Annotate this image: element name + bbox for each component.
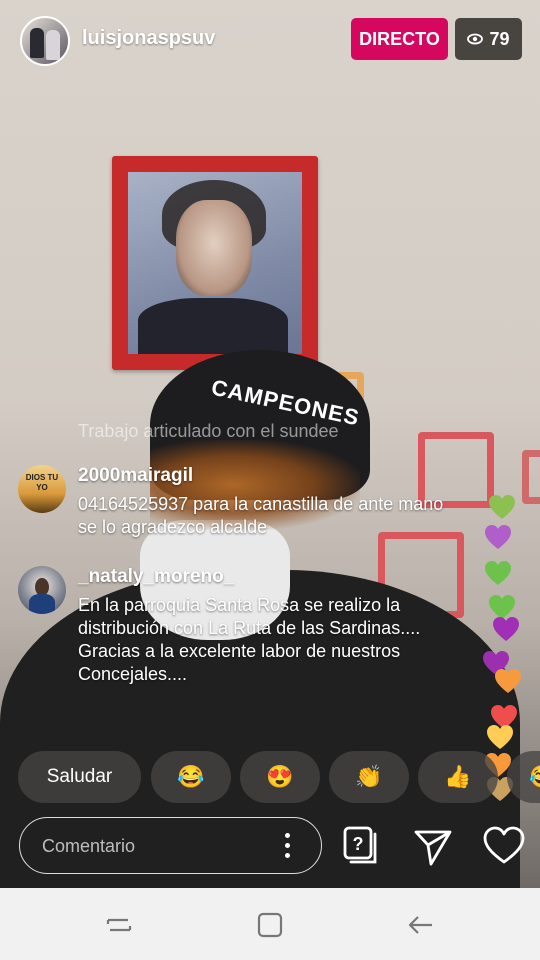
comment-input[interactable]: Comentario bbox=[19, 817, 322, 874]
commenter-username[interactable]: _nataly_moreno_ bbox=[78, 566, 234, 588]
comment-item: DIOS TU YO 2000mairagil 04164525937 para… bbox=[18, 465, 458, 545]
floating-heart-icon bbox=[492, 616, 520, 642]
laugh-emoji-icon: 😂 bbox=[177, 764, 205, 789]
question-button[interactable]: ? bbox=[340, 824, 384, 868]
laugh-emoji-icon: 😂 bbox=[529, 764, 540, 790]
host-username[interactable]: luisjonaspsuv bbox=[82, 27, 215, 50]
reaction-button-clap[interactable]: 👏 bbox=[329, 751, 409, 803]
greet-button[interactable]: Saludar bbox=[18, 751, 141, 803]
question-icon: ? bbox=[343, 826, 377, 864]
portrait-frame bbox=[112, 156, 318, 370]
floating-heart-icon bbox=[484, 524, 512, 550]
wall-decor-square bbox=[522, 450, 540, 504]
floating-heart-icon bbox=[484, 560, 512, 586]
live-badge: DIRECTO bbox=[351, 18, 448, 60]
viewer-count-badge[interactable]: 79 bbox=[455, 18, 522, 60]
paper-plane-icon bbox=[414, 830, 452, 866]
floating-heart-icon bbox=[486, 724, 514, 750]
commenter-username[interactable]: 2000mairagil bbox=[78, 465, 193, 487]
eye-icon bbox=[467, 33, 484, 45]
comment-text: En la parroquia Santa Rosa se realizo la… bbox=[78, 595, 421, 684]
commenter-avatar[interactable]: DIOS TU YO bbox=[18, 465, 66, 513]
reaction-button-laugh[interactable]: 😂 bbox=[151, 751, 231, 803]
greet-label: Saludar bbox=[46, 766, 113, 787]
comment-text: 04164525937 para la canastilla de ante m… bbox=[78, 494, 444, 537]
share-button[interactable] bbox=[411, 824, 455, 868]
reaction-button-thumbs-up[interactable]: 👍 bbox=[418, 751, 498, 803]
avatar-badge-text: DIOS TU YO bbox=[25, 473, 59, 492]
more-options-icon[interactable] bbox=[285, 833, 291, 859]
recent-apps-icon[interactable] bbox=[104, 910, 134, 940]
system-navigation-bar bbox=[0, 888, 540, 960]
floating-heart-icon bbox=[494, 668, 522, 694]
viewer-count: 79 bbox=[489, 28, 510, 49]
like-button[interactable] bbox=[482, 824, 526, 868]
back-icon[interactable] bbox=[406, 910, 436, 940]
home-icon[interactable] bbox=[255, 910, 285, 940]
clap-emoji-icon: 👏 bbox=[355, 764, 383, 789]
svg-text:?: ? bbox=[353, 834, 364, 854]
comment-faded: Trabajo articulado con el sundee bbox=[78, 421, 339, 441]
heart-icon bbox=[483, 826, 525, 864]
heart-eyes-emoji-icon: 😍 bbox=[266, 764, 294, 789]
commenter-avatar[interactable] bbox=[18, 566, 66, 614]
floating-heart-icon bbox=[488, 494, 516, 520]
comment-item: _nataly_moreno_ En la parroquia Santa Ro… bbox=[18, 566, 458, 696]
host-avatar[interactable] bbox=[20, 16, 70, 66]
comment-placeholder: Comentario bbox=[42, 836, 136, 856]
thumbs-up-emoji-icon: 👍 bbox=[444, 764, 472, 789]
reaction-button-heart-eyes[interactable]: 😍 bbox=[240, 751, 320, 803]
